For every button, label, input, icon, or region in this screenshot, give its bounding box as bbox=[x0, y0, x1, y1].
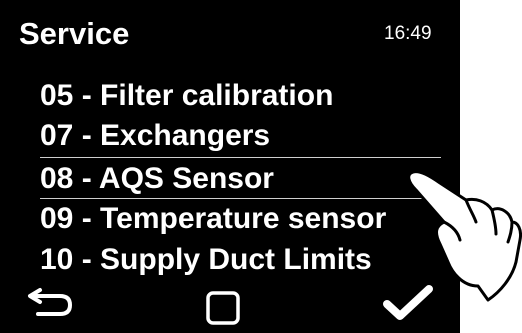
pointing-hand-icon bbox=[407, 170, 522, 302]
